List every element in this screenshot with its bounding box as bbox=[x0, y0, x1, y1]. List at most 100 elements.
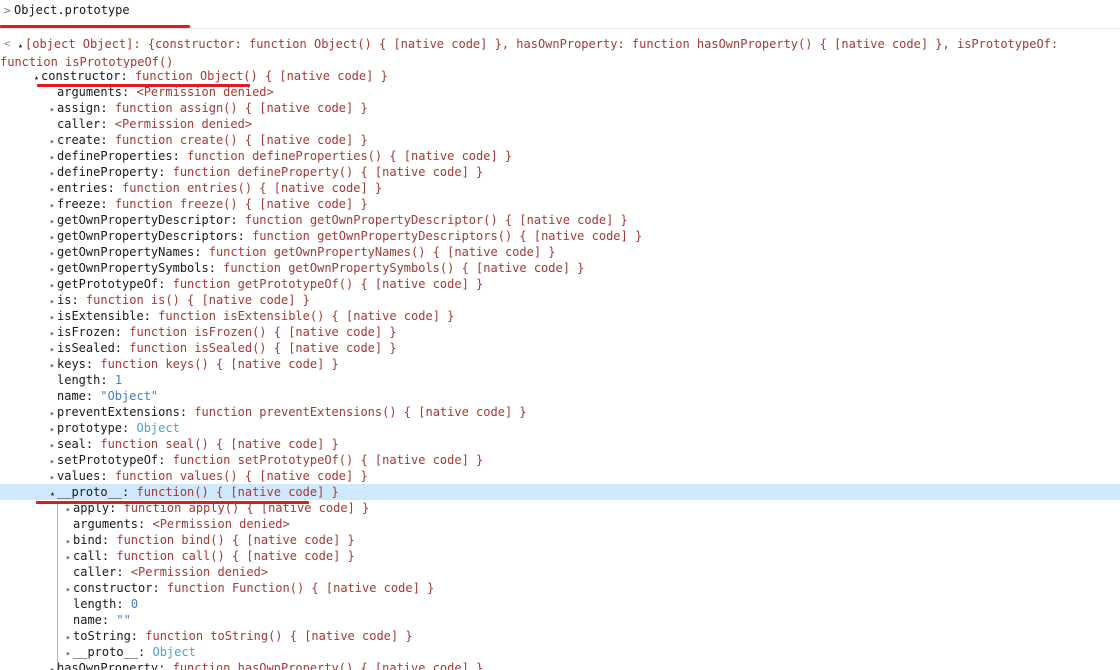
expand-triangle-icon[interactable]: ▴ bbox=[48, 486, 57, 500]
property-row[interactable]: ▸ freeze: function freeze() { [native cod… bbox=[0, 196, 1120, 212]
property-row[interactable]: ▸ assign: function assign() { [native cod… bbox=[0, 100, 1120, 116]
property-value[interactable]: Object bbox=[136, 421, 179, 435]
property-name: __proto__ bbox=[73, 645, 139, 659]
property-row[interactable]: ▸ isSealed: function isSealed() { [native… bbox=[0, 340, 1120, 356]
property-row[interactable]: ▸ isExtensible: function isExtensible() {… bbox=[0, 308, 1120, 324]
property-row[interactable]: ▸ getOwnPropertySymbols: function getOwnP… bbox=[0, 260, 1120, 276]
property-row[interactable]: ▸caller: <Permission denied> bbox=[0, 564, 1120, 580]
property-name: name bbox=[57, 389, 86, 403]
property-name: caller bbox=[57, 117, 101, 131]
collapse-triangle-icon[interactable]: ▸ bbox=[48, 102, 57, 116]
triangle-placeholder-icon: ▸ bbox=[48, 86, 57, 100]
collapse-triangle-icon[interactable]: ▸ bbox=[48, 214, 57, 228]
property-row[interactable]: ▴ constructor: function Object() { [nativ… bbox=[0, 68, 1120, 84]
property-row[interactable]: ▸ bind: function bind() { [native code] } bbox=[0, 532, 1120, 548]
property-row[interactable]: ▸arguments: <Permission denied> bbox=[0, 516, 1120, 532]
response-marker-icon: < bbox=[4, 37, 11, 50]
property-value: function freeze() { [native code] } bbox=[114, 197, 368, 211]
collapse-triangle-icon[interactable]: ▸ bbox=[48, 230, 57, 244]
property-name: entries bbox=[57, 181, 108, 195]
property-row[interactable]: ▸ defineProperties: function defineProper… bbox=[0, 148, 1120, 164]
property-row[interactable]: ▸ create: function create() { [native cod… bbox=[0, 132, 1120, 148]
property-row[interactable]: ▸caller: <Permission denied> bbox=[0, 116, 1120, 132]
collapse-triangle-icon[interactable]: ▸ bbox=[48, 326, 57, 340]
collapse-triangle-icon[interactable]: ▸ bbox=[64, 502, 73, 516]
property-name: defineProperties bbox=[57, 149, 173, 163]
property-row[interactable]: ▸ getOwnPropertyDescriptor: function getO… bbox=[0, 212, 1120, 228]
property-separator: : bbox=[100, 117, 115, 131]
property-separator: : bbox=[230, 213, 245, 227]
property-row[interactable]: ▸ getPrototypeOf: function getPrototypeOf… bbox=[0, 276, 1120, 292]
collapse-triangle-icon[interactable]: ▸ bbox=[48, 662, 57, 670]
property-row[interactable]: ▸length: 0 bbox=[0, 596, 1120, 612]
property-separator: : bbox=[138, 645, 153, 659]
expand-triangle-icon[interactable]: ▴ bbox=[32, 70, 41, 84]
collapse-triangle-icon[interactable]: ▸ bbox=[48, 134, 57, 148]
property-value: function is() { [native code] } bbox=[85, 293, 310, 307]
property-name: create bbox=[57, 133, 101, 147]
property-row[interactable]: ▸ seal: function seal() { [native code] } bbox=[0, 436, 1120, 452]
collapse-triangle-icon[interactable]: ▸ bbox=[48, 294, 57, 308]
property-name: seal bbox=[57, 437, 86, 451]
collapse-triangle-icon[interactable]: ▸ bbox=[48, 470, 57, 484]
console-input-row[interactable]: > Object.prototype bbox=[0, 0, 1120, 21]
property-row[interactable]: ▸ getOwnPropertyDescriptors: function get… bbox=[0, 228, 1120, 244]
property-row[interactable]: ▸ toString: function toString() { [native… bbox=[0, 628, 1120, 644]
property-row[interactable]: ▸ keys: function keys() { [native code] } bbox=[0, 356, 1120, 372]
collapse-triangle-icon[interactable]: ▸ bbox=[64, 534, 73, 548]
property-separator: : bbox=[114, 341, 130, 355]
collapse-triangle-icon[interactable]: ▸ bbox=[64, 646, 73, 660]
property-name: caller bbox=[73, 565, 117, 579]
property-row[interactable]: ▸ __proto__: Object bbox=[0, 644, 1120, 660]
property-row[interactable]: ▸ isFrozen: function isFrozen() { [native… bbox=[0, 324, 1120, 340]
collapse-triangle-icon[interactable]: ▸ bbox=[48, 454, 57, 468]
expand-triangle-icon[interactable]: ▴ bbox=[16, 38, 25, 54]
property-row[interactable]: ▸ setPrototypeOf: function setPrototypeOf… bbox=[0, 452, 1120, 468]
collapse-triangle-icon[interactable]: ▸ bbox=[48, 342, 57, 356]
collapse-triangle-icon[interactable]: ▸ bbox=[48, 438, 57, 452]
property-row[interactable]: ▸length: 1 bbox=[0, 372, 1120, 388]
collapse-triangle-icon[interactable]: ▸ bbox=[64, 630, 73, 644]
collapse-triangle-icon[interactable]: ▸ bbox=[48, 182, 57, 196]
collapse-triangle-icon[interactable]: ▸ bbox=[48, 166, 57, 180]
property-separator: : bbox=[100, 197, 115, 211]
triangle-placeholder-icon: ▸ bbox=[64, 598, 73, 612]
property-row[interactable]: ▸ getOwnPropertyNames: function getOwnPro… bbox=[0, 244, 1120, 260]
property-row[interactable]: ▸ defineProperty: function defineProperty… bbox=[0, 164, 1120, 180]
collapse-triangle-icon[interactable]: ▸ bbox=[48, 422, 57, 436]
property-row[interactable]: ▸ entries: function entries() { [native c… bbox=[0, 180, 1120, 196]
property-value: function create() { [native code] } bbox=[114, 133, 368, 147]
property-row[interactable]: ▸ constructor: function Function() { [nat… bbox=[0, 580, 1120, 596]
property-value[interactable]: Object bbox=[152, 645, 195, 659]
console-input-text[interactable]: Object.prototype bbox=[14, 3, 130, 17]
property-separator: : bbox=[100, 133, 115, 147]
property-row[interactable]: ▸name: "" bbox=[0, 612, 1120, 628]
collapse-triangle-icon[interactable]: ▸ bbox=[48, 198, 57, 212]
property-separator: : bbox=[143, 309, 159, 323]
collapse-triangle-icon[interactable]: ▸ bbox=[48, 358, 57, 372]
output-summary-node[interactable]: < ▴ [object Object]: {constructor: functi… bbox=[0, 36, 1120, 68]
property-row[interactable]: ▸ values: function values() { [native cod… bbox=[0, 468, 1120, 484]
property-value: function isExtensible() { [native code] … bbox=[158, 309, 455, 323]
collapse-triangle-icon[interactable]: ▸ bbox=[48, 278, 57, 292]
property-row[interactable]: ▸ preventExtensions: function preventExte… bbox=[0, 404, 1120, 420]
collapse-triangle-icon[interactable]: ▸ bbox=[48, 310, 57, 324]
annotation-underline-constructor bbox=[37, 84, 250, 87]
property-row[interactable]: ▸ prototype: Object bbox=[0, 420, 1120, 436]
collapse-triangle-icon[interactable]: ▸ bbox=[48, 262, 57, 276]
property-row[interactable]: ▸ call: function call() { [native code] } bbox=[0, 548, 1120, 564]
collapse-triangle-icon[interactable]: ▸ bbox=[64, 550, 73, 564]
property-rows-container[interactable]: ▴ constructor: function Object() { [nativ… bbox=[0, 68, 1120, 670]
property-row[interactable]: ▴ __proto__: function() { [native code] } bbox=[0, 484, 1120, 500]
property-name: prototype bbox=[57, 421, 123, 435]
property-name: bind bbox=[73, 533, 102, 547]
property-row[interactable]: ▸ hasOwnProperty: function hasOwnProperty… bbox=[0, 660, 1120, 670]
console-output-tree[interactable]: < ▴ [object Object]: {constructor: functi… bbox=[0, 36, 1120, 670]
collapse-triangle-icon[interactable]: ▸ bbox=[48, 150, 57, 164]
collapse-triangle-icon[interactable]: ▸ bbox=[48, 406, 57, 420]
collapse-triangle-icon[interactable]: ▸ bbox=[48, 246, 57, 260]
property-name: isFrozen bbox=[57, 325, 115, 339]
collapse-triangle-icon[interactable]: ▸ bbox=[64, 582, 73, 596]
property-row[interactable]: ▸ is: function is() { [native code] } bbox=[0, 292, 1120, 308]
property-row[interactable]: ▸name: "Object" bbox=[0, 388, 1120, 404]
